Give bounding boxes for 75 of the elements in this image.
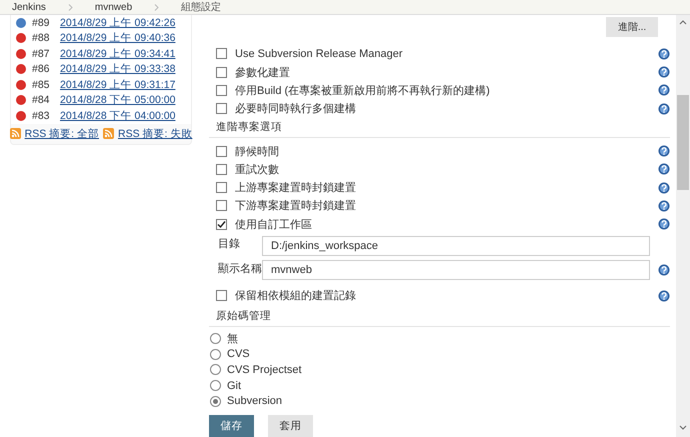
help-icon[interactable]	[658, 163, 670, 176]
option-label: 使用自訂工作區	[235, 218, 312, 232]
radio-button[interactable]	[210, 364, 221, 376]
apply-button[interactable]: 套用	[268, 415, 313, 437]
radio-button[interactable]	[210, 380, 221, 392]
build-time-link[interactable]: 2014/8/29 上午 09:34:41	[60, 46, 176, 61]
help-icon[interactable]	[658, 218, 670, 230]
radio-label: 無	[227, 332, 238, 346]
build-number: #85	[32, 78, 51, 91]
option-label: 停用Build (在專案被重新啟用前將不再執行新的建構)	[235, 84, 490, 98]
build-time-link[interactable]: 2014/8/29 上午 09:33:38	[60, 62, 176, 76]
checkbox[interactable]	[216, 146, 227, 157]
checkbox[interactable]	[216, 164, 227, 175]
build-number: #83	[32, 110, 51, 122]
checkbox[interactable]	[216, 84, 227, 96]
advanced-button[interactable]: 進階...	[606, 17, 658, 37]
build-number: #86	[32, 63, 51, 76]
radio-label: CVS	[227, 348, 250, 360]
help-icon[interactable]	[658, 102, 670, 115]
text-field[interactable]: D:/jenkins_workspace	[262, 236, 650, 256]
checkbox[interactable]	[216, 200, 227, 212]
radio-label: CVS Projectset	[227, 364, 302, 376]
breadcrumb-link[interactable]: mvnweb	[94, 2, 132, 12]
build-number: #87	[32, 48, 51, 60]
option-label: 必要時同時執行多個建構	[235, 102, 356, 116]
help-icon[interactable]	[658, 264, 670, 276]
radio-button[interactable]	[210, 396, 221, 407]
checkbox[interactable]	[216, 48, 227, 60]
field-label: 顯示名稱	[217, 262, 262, 276]
radio-label: Subversion	[227, 395, 282, 408]
section-heading: 原始碼管理	[209, 308, 670, 327]
build-time-link[interactable]: 2014/8/28 下午 05:00:00	[60, 93, 176, 108]
build-time-link[interactable]: 2014/8/29 上午 09:40:36	[60, 31, 176, 46]
build-number: #84	[32, 94, 51, 106]
scroll-down-icon[interactable]	[679, 425, 687, 431]
text-field[interactable]: mvnweb	[262, 260, 650, 280]
section-heading: 進階專案選項	[209, 120, 670, 138]
build-number: #88	[32, 32, 51, 44]
scroll-up-icon[interactable]	[679, 19, 687, 25]
scrollbar-thumb[interactable]	[677, 95, 689, 190]
checkbox[interactable]	[216, 290, 227, 302]
rss-icon	[103, 128, 114, 139]
build-time-link[interactable]: 2014/8/28 下午 04:00:00	[60, 108, 176, 123]
radio-label: Git	[227, 380, 242, 392]
option-label: 重試次數	[235, 162, 279, 177]
build-time-link[interactable]: 2014/8/29 上午 09:31:17	[60, 78, 176, 92]
chevron-icon	[154, 4, 160, 10]
rss-feed-link[interactable]: RSS 摘要: 全部	[24, 126, 99, 140]
radio-button[interactable]	[210, 333, 221, 344]
radio-button[interactable]	[210, 348, 221, 360]
save-button[interactable]: 儲存	[209, 415, 254, 437]
checkbox[interactable]	[216, 218, 227, 230]
help-icon[interactable]	[658, 182, 670, 194]
help-icon[interactable]	[658, 290, 670, 302]
option-label: 靜候時間	[235, 144, 279, 159]
option-label: 上游專案建置時封鎖建置	[235, 180, 356, 196]
field-label: 目錄	[217, 237, 241, 252]
build-time-link[interactable]: 2014/8/29 上午 09:42:26	[60, 16, 176, 30]
checkbox[interactable]	[216, 103, 227, 114]
help-icon[interactable]	[658, 66, 670, 78]
help-icon[interactable]	[658, 200, 670, 212]
checkbox[interactable]	[216, 182, 227, 194]
help-icon[interactable]	[658, 84, 670, 96]
option-label: 保留相依模組的建置記錄	[235, 289, 356, 304]
checkbox[interactable]	[216, 66, 227, 78]
rss-feed-link[interactable]: RSS 摘要: 失敗	[118, 126, 192, 140]
breadcrumb-link[interactable]: Jenkins	[12, 2, 46, 12]
option-label: 參數化建置	[235, 66, 290, 80]
help-icon[interactable]	[658, 48, 670, 60]
help-icon[interactable]	[658, 145, 670, 158]
chevron-icon	[68, 4, 73, 10]
option-label: Use Subversion Release Manager	[235, 48, 403, 60]
breadcrumb-current: 組態設定	[181, 0, 222, 14]
build-number: #89	[32, 16, 51, 29]
option-label: 下游專案建置時封鎖建置	[235, 198, 356, 214]
